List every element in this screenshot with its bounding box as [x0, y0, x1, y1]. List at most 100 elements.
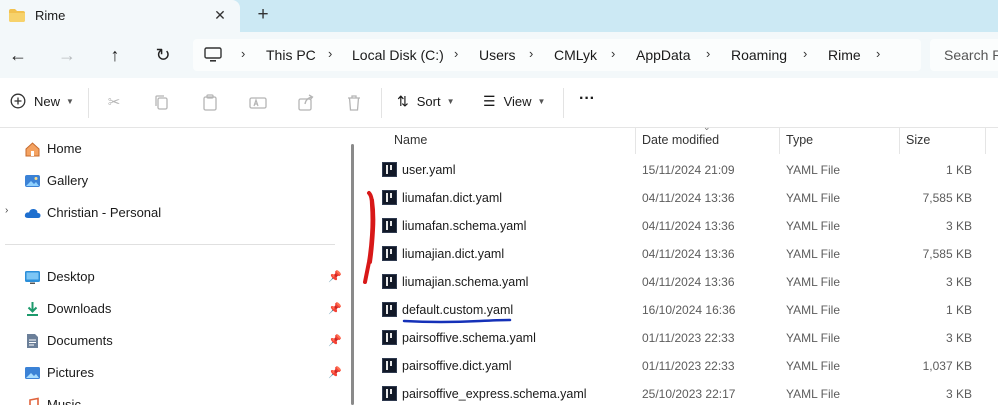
file-date: 01/11/2023 22:33 [642, 359, 735, 373]
new-label: New [34, 93, 61, 109]
gallery-icon [25, 175, 40, 187]
copy-icon[interactable] [151, 92, 173, 114]
computer-icon [204, 47, 222, 62]
yaml-file-icon [382, 358, 397, 373]
file-row[interactable]: liumafan.dict.yaml 04/11/2024 13:36 YAML… [360, 184, 998, 212]
share-icon[interactable] [295, 92, 317, 114]
view-button[interactable]: ☰ View ▼ [483, 93, 545, 110]
pin-icon[interactable]: 📌 [328, 302, 342, 315]
home-icon [25, 142, 40, 157]
yaml-file-icon [382, 330, 397, 345]
column-separator[interactable] [899, 128, 900, 154]
file-name: pairsoffive.schema.yaml [402, 331, 536, 345]
nav-item-label: Gallery [47, 173, 89, 188]
tab-bar: Rime ✕ + [0, 0, 998, 32]
file-row[interactable]: default.custom.yaml 16/10/2024 16:36 YAM… [360, 296, 998, 324]
delete-icon[interactable] [343, 92, 365, 114]
more-options-icon[interactable]: ··· [579, 90, 595, 108]
column-separator[interactable] [635, 128, 636, 154]
back-arrow-icon[interactable]: ← [6, 43, 30, 67]
chevron-down-icon: ▼ [537, 97, 546, 106]
file-size: 1 KB [945, 303, 972, 317]
chevron-down-icon: ▼ [66, 96, 74, 106]
up-arrow-icon[interactable]: ↑ [103, 43, 127, 67]
file-date: 04/11/2024 13:36 [642, 247, 735, 261]
column-separator[interactable] [985, 128, 986, 154]
breadcrumb-roaming[interactable]: Roaming [731, 47, 787, 63]
nav-item-documents[interactable]: Documents 📌 [0, 327, 345, 355]
breadcrumb-rime[interactable]: Rime [828, 47, 861, 63]
file-row[interactable]: liumajian.schema.yaml 04/11/2024 13:36 Y… [360, 268, 998, 296]
breadcrumb-separator: › [241, 46, 246, 61]
refresh-icon[interactable]: ↻ [151, 43, 175, 67]
pin-icon[interactable]: 📌 [328, 270, 342, 283]
file-type: YAML File [786, 163, 841, 177]
column-separator[interactable] [779, 128, 780, 154]
sort-icon: ⇅ [397, 93, 409, 109]
nav-item-pictures[interactable]: Pictures 📌 [0, 359, 345, 387]
nav-item-onedrive[interactable]: › Christian - Personal [0, 199, 345, 227]
navigation-bar: ← → ↑ ↻ › This PC › Local Disk (C:) › Us… [0, 32, 998, 78]
sort-label: Sort [416, 94, 441, 109]
nav-item-label: Desktop [47, 269, 95, 284]
new-tab-button[interactable]: + [253, 4, 273, 26]
cut-icon[interactable]: ✂ [103, 92, 125, 114]
nav-item-desktop[interactable]: Desktop 📌 [0, 263, 345, 291]
file-name: liumajian.dict.yaml [402, 247, 505, 261]
file-size: 7,585 KB [922, 247, 972, 261]
column-header-date[interactable]: Date modified [642, 133, 719, 147]
breadcrumb-users[interactable]: Users [479, 47, 516, 63]
navpane-scrollbar[interactable] [351, 144, 354, 405]
tab-rime[interactable]: Rime ✕ [0, 0, 240, 32]
file-date: 15/11/2024 21:09 [642, 163, 735, 177]
file-size: 3 KB [945, 331, 972, 345]
file-type: YAML File [786, 303, 841, 317]
divider [381, 88, 382, 118]
navpane-divider [5, 244, 335, 245]
file-row[interactable]: user.yaml 15/11/2024 21:09 YAML File 1 K… [360, 156, 998, 184]
file-row[interactable]: liumafan.schema.yaml 04/11/2024 13:36 YA… [360, 212, 998, 240]
nav-item-label: Documents [47, 333, 113, 348]
paste-icon[interactable] [199, 92, 221, 114]
file-row[interactable]: pairsoffive.schema.yaml 01/11/2023 22:33… [360, 324, 998, 352]
file-name: liumafan.schema.yaml [402, 219, 527, 233]
search-placeholder: Search R [944, 47, 998, 63]
tab-title: Rime [35, 8, 66, 23]
file-list: ⌄ Name Date modified Type Size user.yaml… [360, 122, 998, 405]
breadcrumb-appdata[interactable]: AppData [636, 47, 690, 63]
file-date: 04/11/2024 13:36 [642, 191, 735, 205]
file-name: pairsoffive.dict.yaml [402, 359, 512, 373]
search-input[interactable]: Search R [930, 39, 998, 71]
rename-icon[interactable] [247, 92, 269, 114]
pin-icon[interactable]: 📌 [328, 366, 342, 379]
breadcrumb-local-disk[interactable]: Local Disk (C:) [352, 47, 444, 63]
file-name: liumafan.dict.yaml [402, 191, 503, 205]
nav-item-downloads[interactable]: Downloads 📌 [0, 295, 345, 323]
file-date: 25/10/2023 22:17 [642, 387, 736, 401]
onedrive-cloud-icon [24, 208, 41, 218]
sort-button[interactable]: ⇅ Sort ▼ [397, 93, 455, 110]
nav-item-home[interactable]: Home [0, 135, 345, 163]
downloads-folder-icon [27, 302, 38, 316]
breadcrumb-separator: › [454, 46, 459, 61]
nav-item-gallery[interactable]: Gallery [0, 167, 345, 195]
file-row[interactable]: liumajian.dict.yaml 04/11/2024 13:36 YAM… [360, 240, 998, 268]
forward-arrow-icon[interactable]: → [55, 43, 79, 67]
sort-indicator-icon: ⌄ [703, 122, 711, 132]
column-header-type[interactable]: Type [786, 133, 813, 147]
file-size: 3 KB [945, 275, 972, 289]
new-button[interactable]: New ▼ [10, 93, 74, 109]
pin-icon[interactable]: 📌 [328, 334, 342, 347]
close-tab-icon[interactable]: ✕ [210, 5, 230, 25]
column-header-name[interactable]: Name [394, 133, 427, 147]
breadcrumb-this-pc[interactable]: This PC [266, 47, 316, 63]
column-header-size[interactable]: Size [906, 133, 930, 147]
chevron-right-icon[interactable]: › [5, 205, 8, 216]
address-bar[interactable]: › This PC › Local Disk (C:) › Users › CM… [193, 39, 921, 71]
file-row[interactable]: pairsoffive.dict.yaml 01/11/2023 22:33 Y… [360, 352, 998, 380]
nav-item-music[interactable]: Music [0, 391, 345, 405]
music-folder-icon [29, 397, 39, 405]
file-type: YAML File [786, 387, 841, 401]
breadcrumb-cmlyk[interactable]: CMLyk [554, 47, 597, 63]
file-row[interactable]: pairsoffive_express.schema.yaml 25/10/20… [360, 380, 998, 405]
